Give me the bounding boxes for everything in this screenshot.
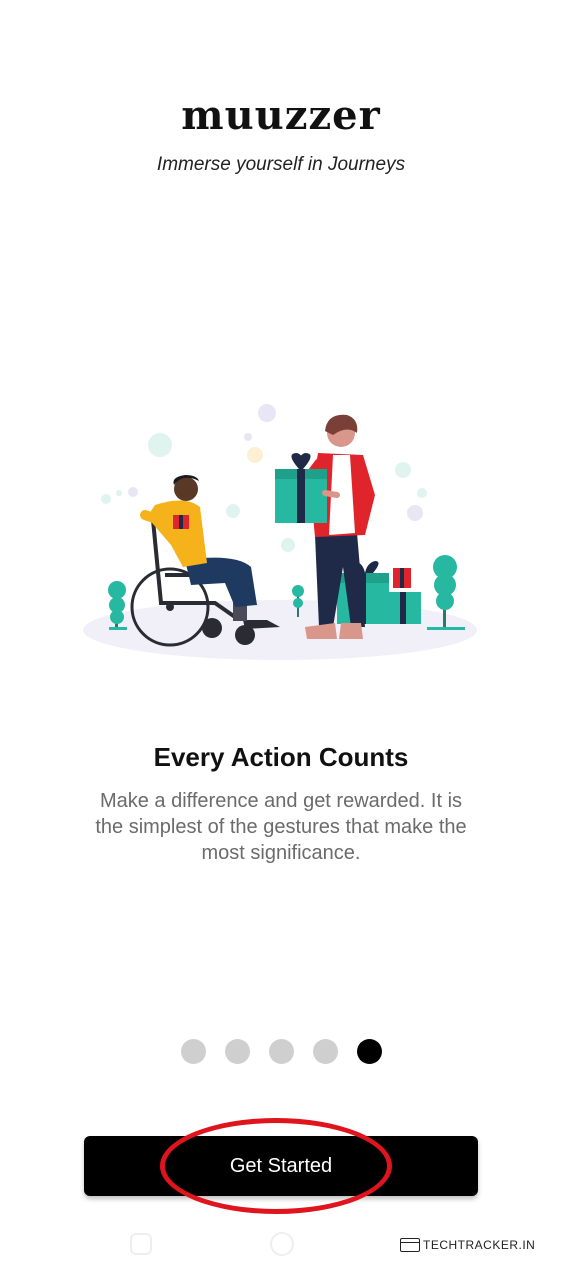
app-logo: muuzzer <box>181 92 381 139</box>
get-started-button[interactable]: Get Started <box>84 1136 478 1196</box>
gift-giving-illustration <box>83 404 477 660</box>
pagination-dot-4[interactable] <box>312 1039 338 1064</box>
pagination-dot-3[interactable] <box>268 1039 294 1064</box>
watermark: TECHTRACKER.IN <box>400 1238 535 1252</box>
slide-description: Make a difference and get rewarded. It i… <box>95 790 467 864</box>
pagination-dots <box>0 1039 562 1064</box>
browser-window-icon <box>400 1238 420 1252</box>
app-tagline: Immerse yourself in Journeys <box>156 154 406 175</box>
home-nav-button[interactable] <box>270 1232 294 1256</box>
pagination-dot-5-active[interactable] <box>356 1039 382 1064</box>
pagination-dot-2[interactable] <box>224 1039 250 1064</box>
slide-title: Every Action Counts <box>153 742 409 772</box>
watermark-text: TECHTRACKER.IN <box>423 1238 536 1252</box>
pagination-dot-1[interactable] <box>180 1039 206 1064</box>
recent-apps-nav-button[interactable] <box>130 1233 152 1255</box>
